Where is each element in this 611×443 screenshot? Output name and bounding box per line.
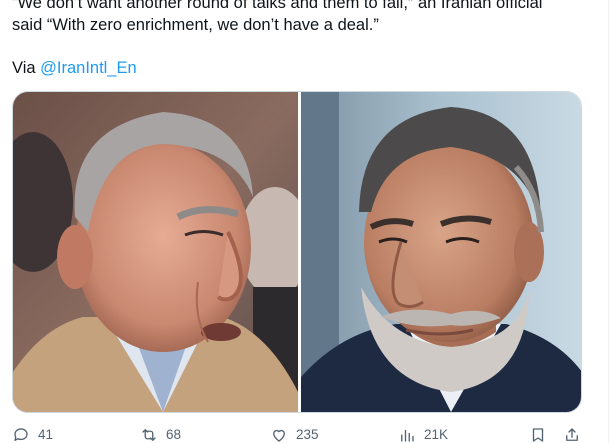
via-label: Via: [12, 59, 41, 77]
bookmark-button[interactable]: [529, 426, 547, 443]
photo-left[interactable]: [13, 92, 298, 412]
photo-right[interactable]: [301, 92, 581, 412]
reply-count: 41: [38, 427, 54, 442]
heart-icon: [273, 429, 285, 442]
views-count: 21K: [424, 427, 449, 442]
like-button[interactable]: 235: [270, 426, 319, 443]
bookmark-icon: [532, 428, 544, 442]
via-attribution: Via @IranIntl_En: [12, 57, 137, 79]
reply-button[interactable]: 41: [12, 426, 53, 443]
retweet-button[interactable]: 68: [140, 426, 181, 443]
mention-link[interactable]: @IranIntl_En: [40, 59, 137, 77]
tweet-text: “We don’t want another round of talks an…: [12, 0, 597, 36]
action-bar: 41 68 235 21K: [12, 424, 592, 443]
retweet-count: 68: [166, 427, 182, 442]
share-button[interactable]: [563, 426, 581, 443]
tweet-text-line: said “With zero enrichment, we don’t hav…: [12, 16, 379, 34]
like-count: 235: [296, 427, 319, 442]
tweet-text-line: “We don’t want another round of talks an…: [12, 0, 543, 12]
column-divider: [608, 0, 609, 443]
share-icon: [566, 428, 578, 441]
retweet-icon: [142, 429, 156, 441]
views-button[interactable]: 21K: [398, 426, 448, 443]
reply-icon: [14, 428, 28, 441]
photo-left-image: [13, 92, 298, 412]
photo-right-image: [301, 92, 581, 412]
media-grid: [12, 91, 582, 413]
views-icon: [401, 429, 414, 442]
